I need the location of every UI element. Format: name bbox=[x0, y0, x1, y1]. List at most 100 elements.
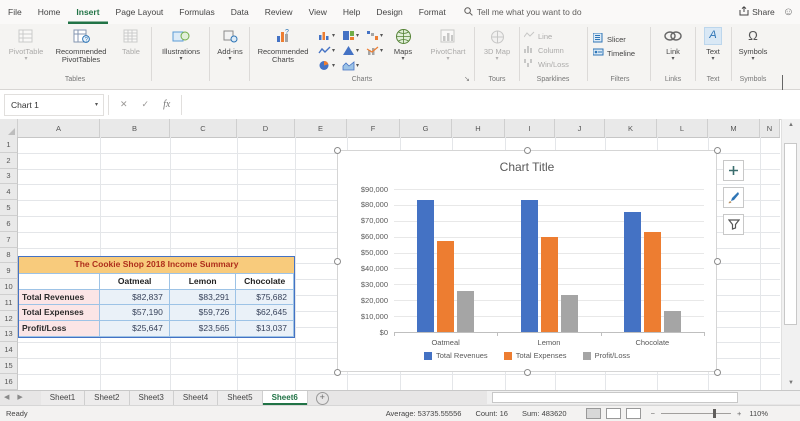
table-cell-blank[interactable] bbox=[19, 273, 101, 290]
row-header-15[interactable]: 15 bbox=[0, 358, 18, 374]
row-header-11[interactable]: 11 bbox=[0, 295, 18, 311]
table-column-header[interactable]: Chocolate bbox=[236, 273, 294, 290]
horizontal-scroll-thumb[interactable] bbox=[492, 392, 738, 403]
table-column-header[interactable]: Oatmeal bbox=[100, 273, 170, 290]
share-button[interactable]: Share bbox=[739, 6, 775, 18]
recommended-charts-button[interactable]: ? Recommended Charts bbox=[254, 26, 312, 64]
slicer-button[interactable]: Slicer bbox=[592, 32, 626, 45]
row-header-7[interactable]: 7 bbox=[0, 231, 18, 248]
sheet-nav-right-icon[interactable]: ▶ bbox=[13, 391, 26, 405]
zoom-level[interactable]: 110% bbox=[749, 409, 768, 418]
bar-total-revenues[interactable] bbox=[520, 199, 538, 332]
tell-me-search[interactable]: Tell me what you want to do bbox=[464, 6, 582, 18]
zoom-slider-thumb[interactable] bbox=[713, 409, 716, 418]
column-header-H[interactable]: H bbox=[452, 119, 505, 137]
bar-profit-loss[interactable] bbox=[457, 291, 475, 332]
table-value-cell[interactable]: $59,726 bbox=[169, 305, 237, 322]
insert-column-chart-icon[interactable]: ▾ bbox=[318, 28, 342, 43]
row-header-6[interactable]: 6 bbox=[0, 216, 18, 232]
tab-help[interactable]: Help bbox=[335, 0, 368, 24]
page-layout-view-button[interactable] bbox=[605, 408, 621, 419]
legend-item[interactable]: Total Revenues bbox=[423, 351, 488, 360]
table-value-cell[interactable]: $13,037 bbox=[236, 321, 294, 337]
tab-insert[interactable]: Insert bbox=[68, 0, 107, 24]
column-header-D[interactable]: D bbox=[237, 119, 295, 137]
table-value-cell[interactable]: $57,190 bbox=[100, 305, 170, 322]
insert-line-chart-icon[interactable]: ▾ bbox=[318, 43, 342, 58]
tab-file[interactable]: File bbox=[0, 0, 30, 24]
timeline-button[interactable]: Timeline bbox=[592, 47, 635, 59]
column-header-M[interactable]: M bbox=[708, 119, 760, 137]
chart-object[interactable]: Chart Title $0 $10,000 $20,000 $30,000 $40,0… bbox=[337, 150, 717, 372]
chart-resize-handle[interactable] bbox=[713, 368, 721, 376]
legend-item[interactable]: Profit/Loss bbox=[582, 351, 630, 360]
chart-resize-handle[interactable] bbox=[333, 146, 341, 154]
chart-resize-handle[interactable] bbox=[523, 368, 531, 376]
tab-view[interactable]: View bbox=[301, 0, 335, 24]
insert-function-icon[interactable]: fx bbox=[156, 99, 177, 110]
new-sheet-button[interactable]: + bbox=[315, 392, 329, 405]
name-box[interactable]: Chart 1 ▾ bbox=[4, 93, 104, 116]
table-row-label[interactable]: Total Revenues bbox=[19, 289, 101, 306]
feedback-smiley-icon[interactable]: ☺ bbox=[783, 6, 794, 18]
tab-design[interactable]: Design bbox=[368, 0, 410, 24]
row-header-5[interactable]: 5 bbox=[0, 200, 18, 216]
enter-icon[interactable]: ✓ bbox=[135, 99, 157, 110]
chart-styles-button[interactable] bbox=[723, 187, 744, 208]
bar-total-expenses[interactable] bbox=[437, 241, 455, 332]
table-value-cell[interactable]: $23,565 bbox=[169, 321, 237, 337]
sheet-tab-sheet2[interactable]: Sheet2 bbox=[85, 391, 130, 405]
chart-resize-handle[interactable] bbox=[713, 257, 721, 265]
column-header-J[interactable]: J bbox=[555, 119, 605, 137]
tab-home[interactable]: Home bbox=[30, 0, 69, 24]
row-header-16[interactable]: 16 bbox=[0, 374, 18, 390]
column-header-F[interactable]: F bbox=[347, 119, 400, 137]
chart-legend[interactable]: Total Revenues Total Expenses Profit/Loss bbox=[338, 351, 716, 360]
bar-total-revenues[interactable] bbox=[417, 200, 435, 332]
column-header-L[interactable]: L bbox=[657, 119, 708, 137]
row-header-13[interactable]: 13 bbox=[0, 326, 18, 343]
chart-resize-handle[interactable] bbox=[333, 257, 341, 265]
symbols-button[interactable]: Ω Symbols ▾ bbox=[735, 26, 771, 62]
chart-title[interactable]: Chart Title bbox=[338, 160, 716, 174]
insert-area-chart-icon[interactable]: ▾ bbox=[342, 58, 366, 73]
table-value-cell[interactable]: $83,291 bbox=[169, 289, 237, 306]
row-header-9[interactable]: 9 bbox=[0, 263, 18, 280]
column-headers[interactable]: ABCDEFGHIJKLMN bbox=[0, 119, 780, 138]
row-header-4[interactable]: 4 bbox=[0, 184, 18, 201]
row-header-1[interactable]: 1 bbox=[0, 137, 18, 153]
recommended-pivottables-button[interactable]: ? Recommended PivotTables bbox=[50, 26, 112, 64]
bar-profit-loss[interactable] bbox=[663, 311, 681, 332]
column-header-E[interactable]: E bbox=[295, 119, 347, 137]
column-header-I[interactable]: I bbox=[505, 119, 555, 137]
row-header-12[interactable]: 12 bbox=[0, 310, 18, 327]
column-header-G[interactable]: G bbox=[400, 119, 452, 137]
row-header-2[interactable]: 2 bbox=[0, 152, 18, 169]
insert-pie-chart-icon[interactable]: ▾ bbox=[318, 58, 342, 73]
table-row-label[interactable]: Total Expenses bbox=[19, 305, 101, 322]
table-column-header[interactable]: Lemon bbox=[169, 273, 237, 290]
sheet-tab-sheet3[interactable]: Sheet3 bbox=[129, 391, 174, 405]
link-button[interactable]: Link ▾ bbox=[655, 26, 691, 62]
table-value-cell[interactable]: $75,682 bbox=[236, 289, 294, 306]
text-button[interactable]: A Text ▾ bbox=[699, 26, 727, 62]
scroll-up-icon[interactable]: ▲ bbox=[782, 119, 800, 131]
tab-format[interactable]: Format bbox=[411, 0, 454, 24]
tab-page-layout[interactable]: Page Layout bbox=[108, 0, 172, 24]
column-header-K[interactable]: K bbox=[605, 119, 657, 137]
bar-total-expenses[interactable] bbox=[643, 232, 661, 332]
zoom-in-button[interactable]: + bbox=[737, 409, 741, 418]
table-value-cell[interactable]: $82,837 bbox=[100, 289, 170, 306]
insert-pyramid-chart-icon[interactable]: ▾ bbox=[342, 43, 366, 58]
chart-resize-handle[interactable] bbox=[713, 146, 721, 154]
tab-formulas[interactable]: Formulas bbox=[171, 0, 222, 24]
illustrations-button[interactable]: Illustrations ▾ bbox=[155, 26, 207, 62]
table-value-cell[interactable]: $25,647 bbox=[100, 321, 170, 337]
sheet-nav-left-icon[interactable]: ◀ bbox=[0, 391, 13, 405]
zoom-slider[interactable] bbox=[661, 409, 731, 418]
select-all-corner[interactable] bbox=[0, 119, 18, 137]
bar-total-revenues[interactable] bbox=[623, 211, 641, 332]
data-table[interactable]: The Cookie Shop 2018 Income Summary Oatme… bbox=[18, 256, 295, 338]
row-header-3[interactable]: 3 bbox=[0, 168, 18, 185]
chart-resize-handle[interactable] bbox=[333, 368, 341, 376]
